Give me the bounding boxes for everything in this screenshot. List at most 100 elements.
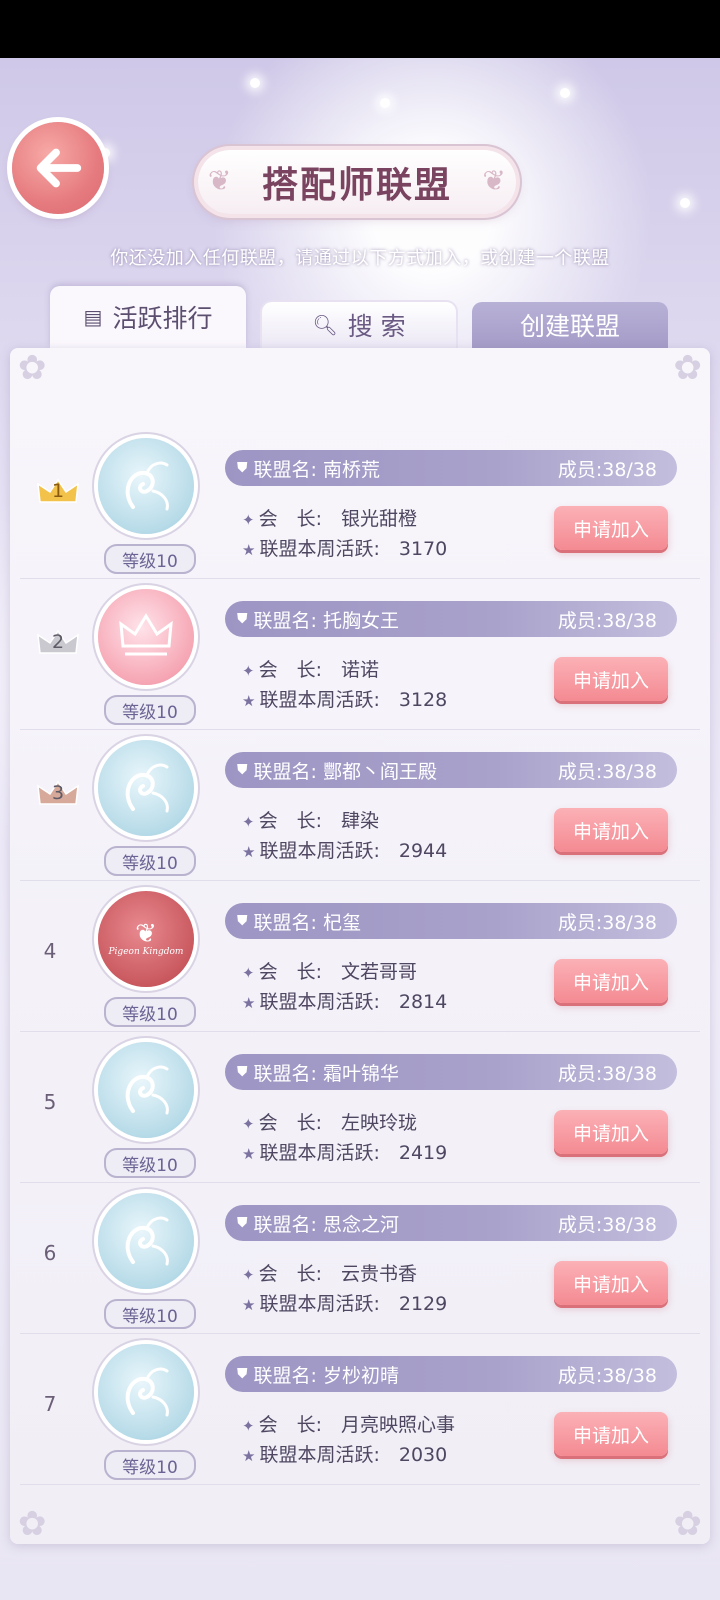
union-weekly-activity: ★ 联盟本周活跃: 2030 (242, 1444, 448, 1466)
apply-join-button[interactable]: 申请加入 (554, 808, 668, 852)
union-name: 联盟名: 南桥荒 (253, 458, 380, 481)
shield-icon: ⛊ (237, 1064, 248, 1080)
ornament-icon: ❦ (208, 164, 232, 197)
join-hint: 你还没加入任何联盟，请通过以下方式加入，或创建一个联盟 (110, 248, 610, 269)
union-emblem (98, 589, 194, 685)
rose-ornament-icon: ✿ (673, 1504, 703, 1544)
rank-number: 4 (43, 939, 57, 963)
union-name-bar: ⛊ 联盟名: 霜叶锦华 成员:38/38 (225, 1054, 677, 1090)
apply-join-button[interactable]: 申请加入 (554, 506, 668, 550)
union-name-bar: ⛊ 联盟名: 托胸女王 成员:38/38 (225, 601, 677, 637)
sparkle-icon (380, 98, 390, 108)
rose-ornament-icon: ✿ (18, 348, 47, 388)
union-leader: ✦ 会 长: 文若哥哥 (242, 961, 418, 983)
tab-label: 创建联盟 (519, 312, 620, 341)
union-leader: ✦ 会 长: 左映玲珑 (242, 1112, 418, 1134)
crown-icon: 3 (36, 778, 80, 808)
union-level-badge: 等级10 (104, 695, 196, 725)
phoenix-emblem-icon (125, 1065, 169, 1115)
phoenix-emblem-icon (125, 1216, 169, 1266)
page-title: 搭配师联盟 (261, 164, 452, 206)
sparkle-icon: ✦ (242, 1266, 255, 1284)
union-members: 成员:38/38 (557, 760, 657, 783)
apply-join-button[interactable]: 申请加入 (554, 1412, 668, 1456)
shield-icon: ⛊ (237, 611, 248, 627)
ornament-icon: ❦ (482, 164, 506, 197)
union-name: 联盟名: 托胸女王 (253, 609, 399, 632)
union-members: 成员:38/38 (557, 1062, 657, 1085)
union-weekly-activity: ★ 联盟本周活跃: 3128 (242, 689, 448, 711)
apply-join-button[interactable]: 申请加入 (554, 959, 668, 1003)
star-icon: ★ (242, 1145, 256, 1163)
union-weekly-activity: ★ 联盟本周活跃: 2129 (242, 1293, 448, 1315)
union-row: 5 等级10 ⛊ 联盟名: 霜叶锦华 成员:38/38 ✦ 会 长: 左映玲珑 ★… (20, 1030, 700, 1183)
union-emblem: ❦ Pigeon Kingdom (98, 891, 194, 987)
star-icon: ★ (242, 843, 256, 861)
tab-create-union[interactable]: 创建联盟 (472, 302, 668, 348)
union-row: 3 等级10 ⛊ 联盟名: 酆都丶阎王殿 成员:38/38 ✦ 会 长: 肆染 ★… (20, 728, 700, 881)
sparkle-icon: ✦ (242, 813, 255, 831)
union-leader: ✦ 会 长: 诺诺 (242, 659, 380, 681)
apply-join-button[interactable]: 申请加入 (554, 657, 668, 701)
union-level-badge: 等级10 (104, 1450, 196, 1480)
sparkle-icon: ✦ (242, 1417, 255, 1435)
union-leader: ✦ 会 长: 月亮映照心事 (242, 1414, 456, 1436)
union-list-panel[interactable]: ✿ ✿ ✿ ✿ 1 等级10 ⛊ 联盟名: 南桥荒 成员:38/38 ✦ 会 长:… (10, 348, 710, 1544)
crown-emblem-icon (119, 613, 173, 656)
shield-icon: ⛊ (237, 1215, 248, 1231)
apply-join-button[interactable]: 申请加入 (554, 1110, 668, 1154)
union-leader: ✦ 会 长: 云贵书香 (242, 1263, 418, 1285)
apply-join-button[interactable]: 申请加入 (554, 1261, 668, 1305)
union-weekly-activity: ★ 联盟本周活跃: 2814 (242, 991, 448, 1013)
union-name-bar: ⛊ 联盟名: 思念之河 成员:38/38 (225, 1205, 677, 1241)
rank-number: 7 (43, 1392, 57, 1416)
phoenix-emblem-icon (125, 763, 169, 813)
star-icon: ★ (242, 1296, 256, 1314)
union-leader: ✦ 会 长: 银光甜橙 (242, 508, 418, 530)
union-weekly-activity: ★ 联盟本周活跃: 3170 (242, 538, 448, 560)
star-icon: ★ (242, 541, 256, 559)
sparkle-icon: ✦ (242, 964, 255, 982)
rose-ornament-icon: ✿ (18, 1504, 47, 1544)
union-members: 成员:38/38 (557, 911, 657, 934)
sparkle-icon (250, 78, 260, 88)
title-plaque: ❦ 搭配师联盟 ❦ (198, 150, 516, 214)
union-name: 联盟名: 杞玺 (253, 911, 361, 934)
union-members: 成员:38/38 (557, 609, 657, 632)
union-leader: ✦ 会 长: 肆染 (242, 810, 380, 832)
rank-number: 6 (43, 1241, 57, 1265)
union-name: 联盟名: 思念之河 (253, 1213, 399, 1236)
star-icon: ★ (242, 1447, 256, 1465)
arrow-left-icon (36, 148, 82, 188)
union-level-badge: 等级10 (104, 544, 196, 574)
shield-icon: ⛊ (237, 1366, 248, 1382)
union-row: 2 等级10 ⛊ 联盟名: 托胸女王 成员:38/38 ✦ 会 长: 诺诺 ★ 联盟… (20, 577, 700, 730)
union-name: 联盟名: 霜叶锦华 (253, 1062, 399, 1085)
union-members: 成员:38/38 (557, 1364, 657, 1387)
union-emblem (98, 1344, 194, 1440)
rank-number: 3 (51, 782, 65, 804)
union-name-bar: ⛊ 联盟名: 岁杪初晴 成员:38/38 (225, 1356, 677, 1392)
shield-icon: ⛊ (237, 762, 248, 778)
status-bar (0, 0, 720, 58)
union-weekly-activity: ★ 联盟本周活跃: 2944 (242, 840, 448, 862)
union-row: 1 等级10 ⛊ 联盟名: 南桥荒 成员:38/38 ✦ 会 长: 银光甜橙 ★ 联… (20, 426, 700, 579)
tab-search[interactable]: 🔍︎ 搜 索 (262, 302, 456, 348)
shield-icon: ⛊ (237, 913, 248, 929)
star-icon: ★ (242, 994, 256, 1012)
union-row: 7 等级10 ⛊ 联盟名: 岁杪初晴 成员:38/38 ✦ 会 长: 月亮映照心事… (20, 1332, 700, 1485)
tab-activity-ranking[interactable]: ▤ 活跃排行 (50, 286, 246, 348)
union-level-badge: 等级10 (104, 1148, 196, 1178)
union-name-bar: ⛊ 联盟名: 杞玺 成员:38/38 (225, 903, 677, 939)
crown-icon: 1 (36, 476, 80, 506)
union-level-badge: 等级10 (104, 846, 196, 876)
union-level-badge: 等级10 (104, 1299, 196, 1329)
rose-ornament-icon: ✿ (673, 348, 703, 388)
crown-icon: 2 (36, 627, 80, 657)
union-level-badge: 等级10 (104, 997, 196, 1027)
sparkle-icon (560, 88, 570, 98)
back-button[interactable] (12, 122, 104, 214)
magnifier-icon: 🔍︎ (312, 313, 338, 337)
union-emblem (98, 438, 194, 534)
union-members: 成员:38/38 (557, 458, 657, 481)
